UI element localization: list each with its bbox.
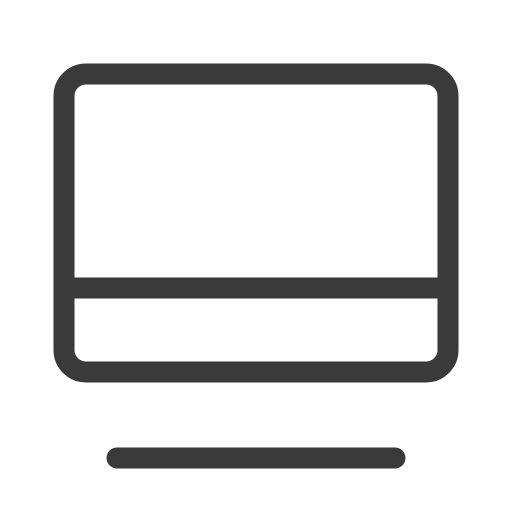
icon-canvas (0, 0, 512, 512)
monitor-icon (53, 63, 459, 469)
monitor-screen-frame (53, 63, 459, 383)
